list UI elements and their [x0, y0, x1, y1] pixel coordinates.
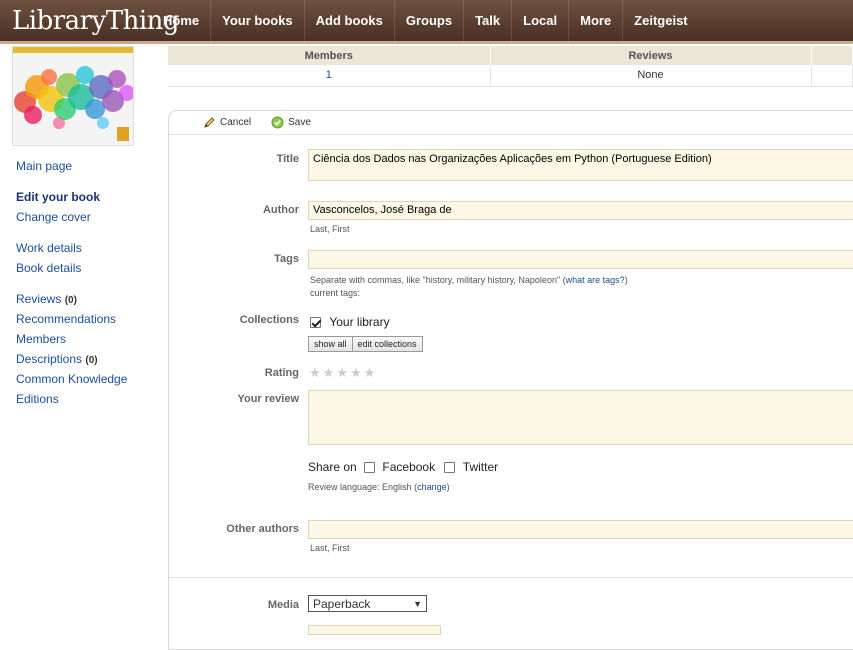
- sidebar-main-page[interactable]: Main page: [16, 156, 161, 176]
- star-2-icon[interactable]: ★: [323, 365, 335, 380]
- nav-groups[interactable]: Groups: [393, 0, 463, 43]
- nav-zeitgeist[interactable]: Zeitgeist: [622, 0, 698, 43]
- librarything-logo[interactable]: LibraryThing: [0, 0, 180, 43]
- descriptions-count: (0): [85, 355, 98, 366]
- other-authors-hint: Last, First: [310, 543, 350, 553]
- pencil-icon: [204, 117, 215, 128]
- star-3-icon[interactable]: ★: [336, 365, 348, 380]
- facebook-checkbox[interactable]: [364, 462, 376, 474]
- collections-buttons: show all edit collections: [308, 336, 423, 352]
- book-cover-image[interactable]: [12, 46, 134, 146]
- next-field-input[interactable]: [308, 625, 441, 635]
- sidebar-descriptions[interactable]: Descriptions: [16, 352, 82, 366]
- sidebar-common-knowledge[interactable]: Common Knowledge: [16, 369, 161, 389]
- show-all-button[interactable]: show all: [308, 336, 353, 352]
- other-authors-label: Other authors: [226, 523, 299, 535]
- reviews-header: Reviews: [490, 46, 812, 65]
- edit-book-panel: Cancel Save Title Ciência dos Dados nas …: [168, 110, 853, 650]
- sidebar-reviews-row: Reviews (0): [16, 289, 161, 309]
- nav-more[interactable]: More: [568, 0, 622, 43]
- sidebar-recommendations[interactable]: Recommendations: [16, 309, 161, 329]
- media-select[interactable]: Paperback ▼: [308, 595, 427, 612]
- collection-your-library: Your library: [310, 315, 390, 329]
- save-button[interactable]: Save: [271, 116, 311, 129]
- star-5-icon[interactable]: ★: [364, 365, 376, 380]
- title-label: Title: [276, 153, 299, 165]
- share-row: Share on Facebook Twitter: [308, 460, 499, 474]
- stats-table: Members Reviews 1 None: [168, 46, 853, 87]
- reviews-value: None: [490, 65, 812, 87]
- top-nav-bar: LibraryThing Home Your books Add books G…: [0, 0, 853, 44]
- members-count-link[interactable]: 1: [326, 69, 332, 81]
- star-4-icon[interactable]: ★: [350, 365, 362, 380]
- members-header: Members: [168, 46, 491, 65]
- review-textarea[interactable]: [308, 390, 853, 445]
- sidebar-change-cover[interactable]: Change cover: [16, 207, 161, 227]
- review-label: Your review: [237, 393, 299, 405]
- other-authors-input[interactable]: [308, 520, 853, 539]
- media-label: Media: [267, 599, 299, 611]
- nav-local[interactable]: Local: [511, 0, 568, 43]
- star-1-icon[interactable]: ★: [309, 365, 321, 380]
- edit-collections-button[interactable]: edit collections: [352, 336, 423, 352]
- cancel-button[interactable]: Cancel: [203, 116, 251, 129]
- tags-input[interactable]: [308, 250, 853, 269]
- tags-label: Tags: [274, 253, 299, 265]
- edit-toolbar: Cancel Save: [169, 111, 853, 135]
- nav-your-books[interactable]: Your books: [210, 0, 304, 43]
- current-tags: current tags:: [310, 288, 361, 298]
- collections-label: Collections: [239, 314, 299, 326]
- reviews-count: (0): [64, 295, 77, 306]
- sidebar: Main page Edit your book Change cover Wo…: [16, 156, 161, 409]
- nav-add-books[interactable]: Add books: [303, 0, 394, 43]
- main-nav: Home Your books Add books Groups Talk Lo…: [152, 0, 699, 43]
- sidebar-descriptions-row: Descriptions (0): [16, 349, 161, 369]
- author-hint: Last, First: [310, 224, 350, 234]
- sidebar-editions[interactable]: Editions: [16, 389, 161, 409]
- sidebar-work-details[interactable]: Work details: [16, 238, 161, 258]
- nav-home[interactable]: Home: [152, 0, 210, 43]
- your-library-checkbox[interactable]: [310, 317, 321, 329]
- rating-stars: ★ ★ ★ ★ ★: [309, 365, 377, 381]
- sidebar-members[interactable]: Members: [16, 329, 161, 349]
- title-input[interactable]: Ciência dos Dados nas Organizações Aplic…: [308, 149, 853, 181]
- dropdown-arrow-icon: ▼: [413, 598, 422, 609]
- twitter-checkbox[interactable]: [444, 462, 456, 474]
- review-language: Review language: English (change): [308, 482, 450, 492]
- author-label: Author: [262, 204, 299, 216]
- what-are-tags-link[interactable]: what are tags?: [566, 275, 625, 285]
- check-circle-icon: [271, 116, 284, 129]
- author-input[interactable]: Vasconcelos, José Braga de: [308, 201, 853, 220]
- sidebar-edit-book[interactable]: Edit your book: [16, 187, 161, 207]
- sidebar-reviews[interactable]: Reviews: [16, 292, 61, 306]
- rating-label: Rating: [264, 367, 299, 379]
- tags-hint: Separate with commas, like "history, mil…: [310, 275, 628, 285]
- nav-talk[interactable]: Talk: [463, 0, 511, 43]
- sidebar-book-details[interactable]: Book details: [16, 258, 161, 278]
- change-language-link[interactable]: change: [417, 482, 447, 492]
